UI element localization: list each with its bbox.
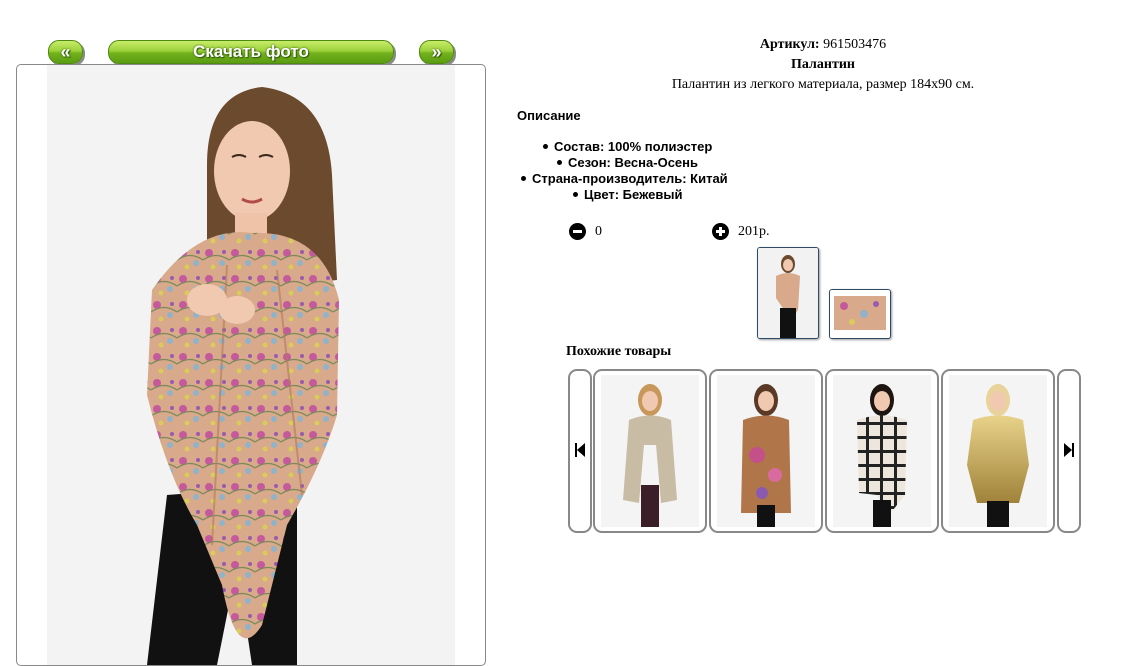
bullet-icon xyxy=(557,160,562,166)
skip-back-icon xyxy=(575,443,585,457)
spec-text: Сезон: Весна-Осень xyxy=(568,155,698,170)
similar-item-image xyxy=(949,375,1047,527)
spec-text: Состав: 100% полиэстер xyxy=(554,139,713,154)
description-heading: Описание xyxy=(517,108,581,123)
skip-forward-icon xyxy=(1064,443,1074,457)
product-photo xyxy=(601,375,699,527)
main-photo xyxy=(47,65,455,665)
bullet-icon xyxy=(573,192,578,198)
price-value: 201р. xyxy=(738,224,770,239)
carousel-prev-button[interactable] xyxy=(568,369,592,533)
spec-text: Страна-производитель: Китай xyxy=(532,171,728,186)
sku-label: Артикул: xyxy=(759,37,820,52)
increase-quantity-icon[interactable] xyxy=(712,223,729,240)
next-photo-button[interactable]: » xyxy=(419,40,454,64)
spec-composition: Состав: 100% полиэстер xyxy=(543,139,712,154)
sku-line: Артикул: 961503476 xyxy=(520,37,1123,53)
similar-item-gold-ombre-scarf[interactable] xyxy=(941,369,1055,533)
product-title: Палантин xyxy=(791,57,855,72)
similar-item-plaid-scarf[interactable] xyxy=(825,369,939,533)
product-photo xyxy=(833,375,931,527)
spec-color: Цвет: Бежевый xyxy=(573,187,682,202)
similar-products-heading: Похожие товары xyxy=(566,344,672,359)
product-description: Палантин из легкого материала, размер 18… xyxy=(671,77,975,92)
decrease-quantity-icon[interactable] xyxy=(569,223,586,240)
prev-photo-button[interactable]: « xyxy=(48,40,83,64)
spec-country: Страна-производитель: Китай xyxy=(521,171,728,186)
spec-text: Цвет: Бежевый xyxy=(584,187,683,202)
thumbnail-fabric[interactable] xyxy=(829,289,891,339)
thumbnail-model[interactable] xyxy=(757,247,819,339)
main-photo-frame xyxy=(16,64,486,666)
product-photo xyxy=(717,375,815,527)
download-photo-button[interactable]: Скачать фото xyxy=(108,40,394,64)
similar-item-beige-scarf[interactable] xyxy=(593,369,707,533)
model-photo-illustration xyxy=(147,87,339,665)
product-photo xyxy=(949,375,1047,527)
bullet-icon xyxy=(521,176,526,182)
bullet-icon xyxy=(543,144,548,150)
similar-item-image xyxy=(601,375,699,527)
quantity-value: 0 xyxy=(595,224,602,239)
sku-value: 961503476 xyxy=(823,37,887,52)
carousel-next-button[interactable] xyxy=(1057,369,1081,533)
similar-item-image xyxy=(717,375,815,527)
similar-item-image xyxy=(833,375,931,527)
thumbnail-model-image xyxy=(758,248,818,338)
thumbnail-fabric-image xyxy=(830,290,890,338)
spec-season: Сезон: Весна-Осень xyxy=(557,155,698,170)
similar-item-floral-brown-scarf[interactable] xyxy=(709,369,823,533)
